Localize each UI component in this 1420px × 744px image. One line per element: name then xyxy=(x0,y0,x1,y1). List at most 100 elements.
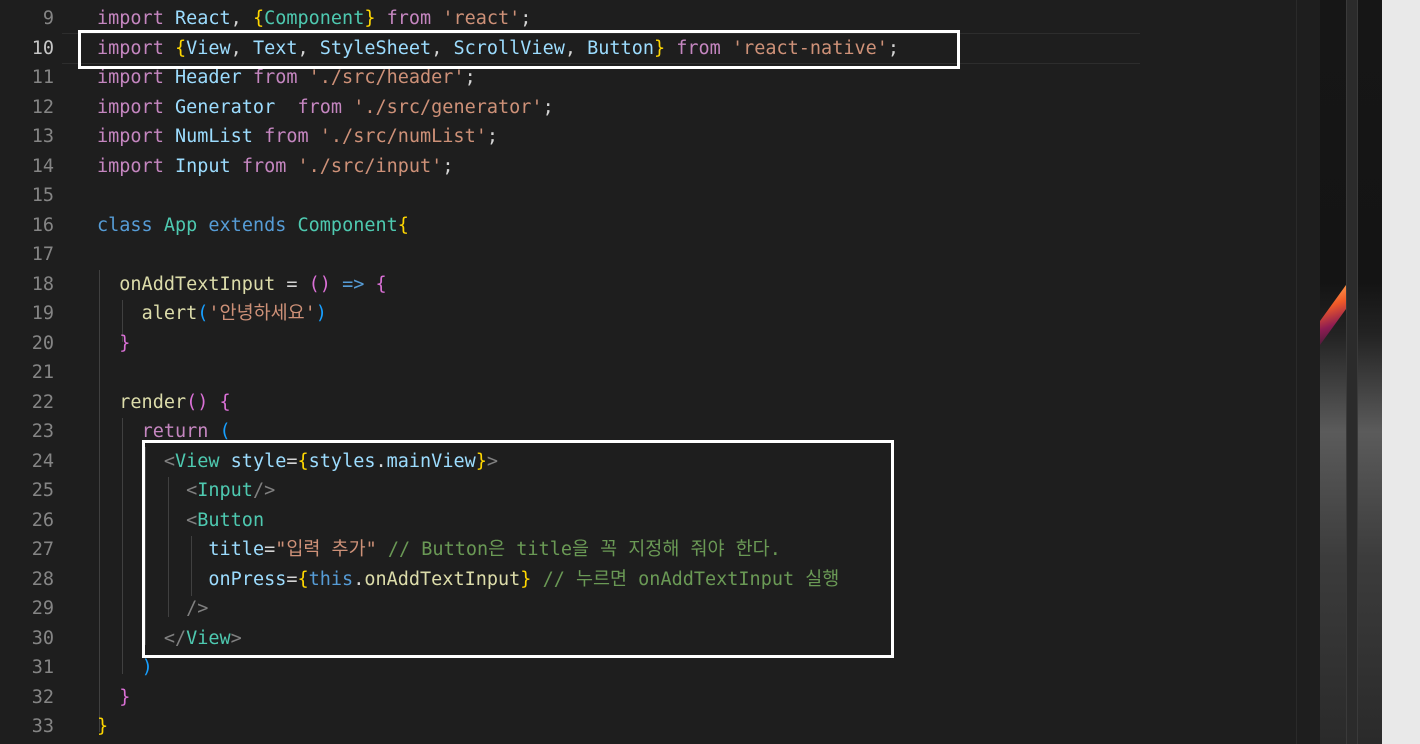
code-token: import xyxy=(97,67,164,88)
code-line[interactable]: 21 xyxy=(0,358,1320,388)
line-number: 21 xyxy=(31,362,54,383)
line-number: 33 xyxy=(31,716,54,737)
code-token: extends xyxy=(208,214,287,236)
code-token: alert xyxy=(141,303,198,324)
code-token: App xyxy=(163,214,198,236)
scrollbar-thumb[interactable] xyxy=(1346,0,1358,744)
line-number: 24 xyxy=(31,450,54,472)
code-line[interactable]: 32 } xyxy=(0,683,1320,713)
code-token: ; xyxy=(442,155,454,177)
code-token: './src/input' xyxy=(297,155,443,177)
code-token: '안녕하세요' xyxy=(208,303,316,324)
code-token: { xyxy=(375,273,387,295)
code-line[interactable]: 18 onAddTextInput = () => { xyxy=(0,270,1320,300)
line-number: 29 xyxy=(31,598,54,619)
line-number: 32 xyxy=(31,686,54,708)
code-line[interactable]: 16 class App extends Component{ xyxy=(0,211,1320,241)
code-token: } xyxy=(364,8,376,29)
line-code: } xyxy=(97,329,130,359)
code-token: from xyxy=(386,8,432,29)
line-number: 14 xyxy=(31,155,54,177)
code-line[interactable]: 15 xyxy=(0,181,1320,211)
editor-pane[interactable]: 9 import React, {Component} from 'react';… xyxy=(0,0,1320,744)
code-token: ; xyxy=(520,8,532,29)
code-token: Generator xyxy=(174,96,276,118)
code-token: ) xyxy=(141,657,153,678)
line-number: 16 xyxy=(31,214,54,236)
code-token: React xyxy=(174,8,231,29)
code-token: } xyxy=(119,332,131,354)
code-token: render xyxy=(119,391,187,413)
code-line[interactable]: 19 alert('안녕하세요') xyxy=(0,299,1320,329)
code-token: () xyxy=(308,273,331,295)
code-token: import xyxy=(97,8,164,29)
line-number: 12 xyxy=(31,96,54,118)
line-number: 18 xyxy=(31,273,54,295)
line-number: 25 xyxy=(31,480,54,501)
line-number: 15 xyxy=(31,185,54,206)
code-token: Component xyxy=(297,214,398,236)
code-token: ( xyxy=(219,421,231,442)
code-editor-window: 9 import React, {Component} from 'react';… xyxy=(0,0,1420,744)
line-number: 20 xyxy=(31,332,54,354)
line-number: 19 xyxy=(31,303,54,324)
code-token: from xyxy=(241,155,287,177)
code-token: } xyxy=(119,686,131,708)
line-number: 13 xyxy=(31,126,54,147)
code-token: './src/numList' xyxy=(319,126,487,147)
line-code: } xyxy=(97,712,108,742)
line-code: } xyxy=(97,683,130,713)
line-code: import Input from './src/input'; xyxy=(97,152,453,182)
line-number: 11 xyxy=(31,67,54,88)
highlight-box-jsx-block xyxy=(142,440,894,658)
code-token: from xyxy=(264,126,309,147)
side-panel xyxy=(1382,0,1420,744)
code-token: ; xyxy=(486,126,498,147)
code-token: onAddTextInput xyxy=(119,273,276,295)
code-token: import xyxy=(97,96,164,118)
line-number: 10 xyxy=(31,37,54,59)
code-token: './src/header' xyxy=(308,67,465,88)
code-line[interactable]: 17 xyxy=(0,240,1320,270)
code-token: Input xyxy=(174,155,231,177)
code-token: , xyxy=(230,8,253,29)
line-number: 9 xyxy=(42,8,54,29)
code-token: } xyxy=(97,716,109,737)
line-number: 17 xyxy=(31,244,54,265)
code-token: Component xyxy=(264,8,365,29)
code-token: ; xyxy=(464,67,476,88)
code-line[interactable]: 13 import NumList from './src/numList'; xyxy=(0,122,1320,152)
code-token: class xyxy=(97,214,153,236)
line-number: 22 xyxy=(31,391,54,413)
code-token: ) xyxy=(315,303,327,324)
code-line[interactable]: 33} xyxy=(0,712,1320,742)
code-token: import xyxy=(97,126,164,147)
line-code: class App extends Component{ xyxy=(97,211,409,241)
minimap[interactable] xyxy=(1296,0,1321,744)
code-line[interactable]: 20 } xyxy=(0,329,1320,359)
code-line[interactable]: 14 import Input from './src/input'; xyxy=(0,152,1320,182)
code-token: return xyxy=(141,421,209,442)
code-line[interactable]: 22 render() { xyxy=(0,388,1320,418)
code-line[interactable]: 12 import Generator from './src/generator… xyxy=(0,93,1320,123)
line-number: 26 xyxy=(31,509,54,531)
